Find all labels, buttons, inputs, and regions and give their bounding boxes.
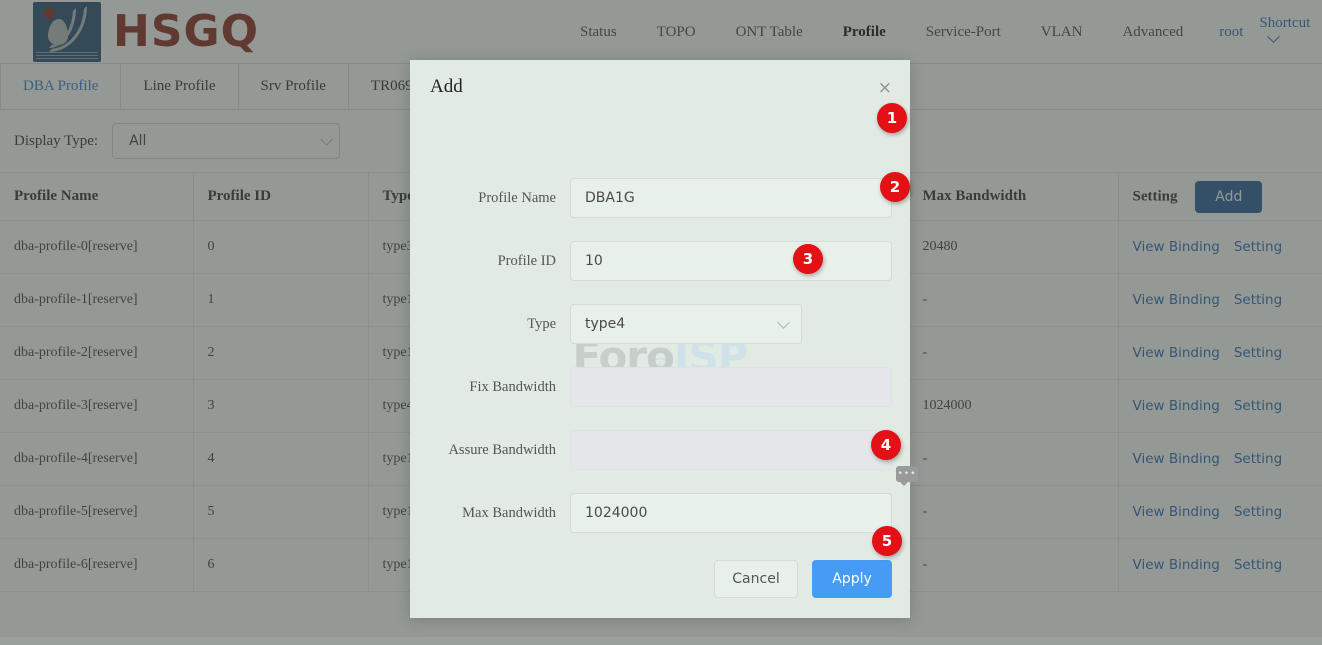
tooltip-bubble: ••• [896, 466, 918, 486]
field-max-bandwidth: Max Bandwidth [410, 493, 910, 556]
field-profile-id: Profile ID [410, 241, 910, 304]
fix-bandwidth-input [570, 367, 892, 407]
type-selected-value: type4 [585, 316, 626, 332]
annotation-badge-4: 4 [871, 430, 901, 460]
add-dba-profile-dialog: Add × ForoISP Profile Name Profile ID Ty… [410, 60, 910, 618]
fix-bandwidth-label: Fix Bandwidth [469, 379, 556, 395]
close-icon[interactable]: × [878, 80, 892, 97]
max-bandwidth-control [570, 493, 892, 533]
annotation-badge-1: 1 [877, 103, 907, 133]
bottom-strip [0, 637, 1322, 645]
tooltip-dots-label: ••• [897, 468, 917, 479]
type-label: Type [527, 316, 556, 332]
profile-id-label: Profile ID [497, 253, 556, 269]
annotation-badge-3: 3 [793, 244, 823, 274]
type-select[interactable]: type4 [570, 304, 802, 344]
assure-bandwidth-input [570, 430, 892, 470]
type-control: type4 [570, 304, 802, 344]
profile-id-input[interactable] [570, 241, 892, 281]
profile-name-input[interactable] [570, 178, 892, 218]
field-assure-bandwidth: Assure Bandwidth [410, 430, 910, 493]
cancel-button[interactable]: Cancel [714, 560, 798, 598]
max-bandwidth-input[interactable] [570, 493, 892, 533]
field-fix-bandwidth: Fix Bandwidth [410, 367, 910, 430]
annotation-badge-5: 5 [872, 526, 902, 556]
add-profile-form: Profile Name Profile ID Type type4 Fix B… [410, 178, 910, 556]
field-type: Type type4 [410, 304, 910, 367]
assure-bandwidth-control [570, 430, 892, 470]
profile-id-control [570, 241, 892, 281]
profile-name-control [570, 178, 892, 218]
fix-bandwidth-control [570, 367, 892, 407]
max-bandwidth-label: Max Bandwidth [462, 505, 556, 521]
assure-bandwidth-label: Assure Bandwidth [448, 442, 556, 458]
dialog-footer: Cancel Apply [714, 560, 892, 598]
apply-button[interactable]: Apply [812, 560, 892, 598]
profile-name-label: Profile Name [478, 190, 556, 206]
field-profile-name: Profile Name [410, 178, 910, 241]
annotation-badge-2: 2 [880, 172, 910, 202]
dialog-title: Add [430, 76, 463, 97]
